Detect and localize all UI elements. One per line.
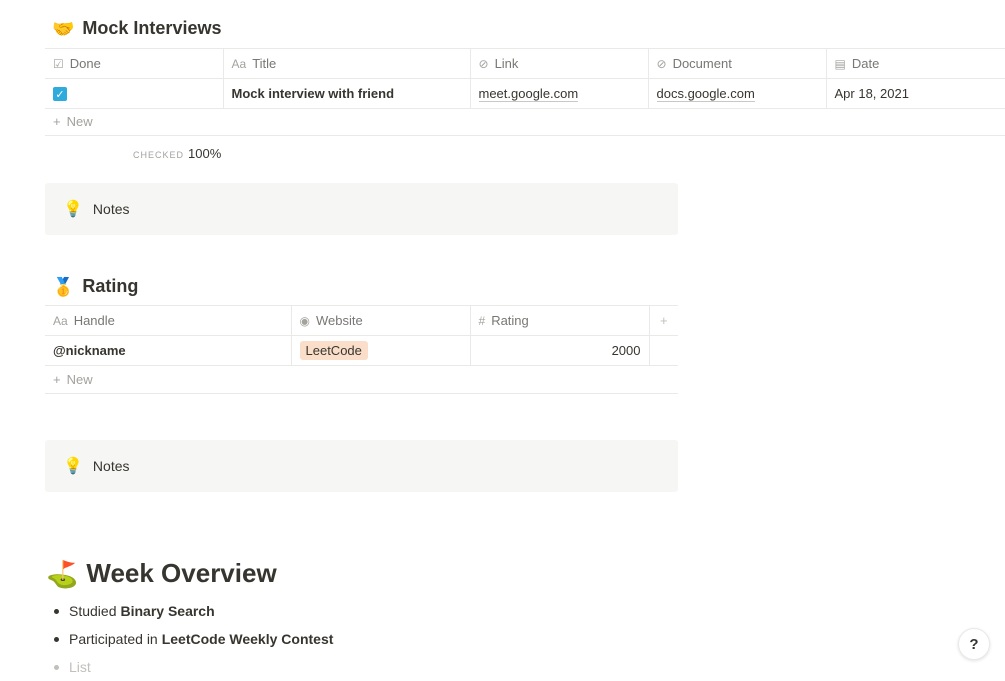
column-header-website[interactable]: ◉ Website: [290, 305, 470, 336]
website-tag: LeetCode: [299, 341, 368, 360]
rating-table: Aa Handle ◉ Website # Rating + @nickname Le…: [45, 305, 678, 366]
add-column-button[interactable]: +: [648, 305, 678, 336]
mock-add-new-row[interactable]: + New: [45, 108, 1005, 136]
week-overview-title: Week Overview: [86, 558, 277, 588]
column-header-document[interactable]: ⊘ Document: [647, 48, 826, 79]
checked-calculation[interactable]: CHECKED 100%: [133, 146, 221, 161]
bullet-icon: [54, 664, 59, 670]
rating-title: Rating: [82, 276, 139, 296]
bullet-icon: [54, 636, 59, 642]
golf-flag-icon: ⛳: [46, 558, 79, 589]
column-header-title[interactable]: Aa Title: [222, 48, 470, 79]
number-icon: #: [478, 314, 486, 328]
table-header-row: ☑ Done Aa Title ⊘ Link ⊘ Document ▤ Date: [45, 48, 1005, 79]
handshake-icon: 🤝: [52, 18, 75, 39]
table-row: ✓ Mock interview with friend meet.google…: [45, 78, 1005, 109]
week-overview-list: Studied Binary Search Participated in Le…: [52, 597, 652, 681]
checked-checkbox[interactable]: ✓: [53, 87, 67, 102]
rating-heading: 🥇 Rating: [52, 276, 138, 297]
table-header-row: Aa Handle ◉ Website # Rating +: [45, 305, 678, 336]
title-cell[interactable]: Mock interview with friend: [222, 78, 470, 109]
list-item[interactable]: Studied Binary Search: [52, 597, 652, 625]
plus-icon: +: [53, 372, 61, 387]
list-item[interactable]: Participated in LeetCode Weekly Contest: [52, 625, 652, 653]
callout-text: Notes: [92, 458, 130, 474]
handle-cell[interactable]: @nickname: [45, 335, 291, 366]
help-button[interactable]: ?: [958, 628, 990, 660]
plus-icon: +: [53, 114, 61, 129]
list-item-placeholder[interactable]: List: [52, 653, 652, 681]
table-row: @nickname LeetCode 2000: [45, 335, 678, 366]
mock-interviews-table: ☑ Done Aa Title ⊘ Link ⊘ Document ▤ Date ✓ Mo…: [45, 48, 1005, 109]
checkbox-icon: ☑: [53, 57, 64, 71]
date-cell[interactable]: Apr 18, 2021: [825, 78, 1005, 109]
callout-text: Notes: [92, 201, 130, 217]
week-overview-heading: ⛳ Week Overview: [46, 558, 277, 589]
text-icon: Aa: [53, 314, 68, 328]
select-icon: ◉: [299, 314, 310, 328]
column-header-done[interactable]: ☑ Done: [45, 48, 223, 79]
link-cell[interactable]: meet.google.com: [469, 78, 648, 109]
column-header-link[interactable]: ⊘ Link: [469, 48, 648, 79]
text-icon: Aa: [231, 57, 247, 71]
notes-callout[interactable]: 💡 Notes: [45, 183, 678, 235]
empty-cell: [648, 335, 678, 366]
calendar-icon: ▤: [834, 57, 846, 71]
website-cell[interactable]: LeetCode: [290, 335, 470, 366]
rating-cell[interactable]: 2000: [469, 335, 649, 366]
link-icon: ⊘: [478, 57, 489, 71]
column-header-rating[interactable]: # Rating: [469, 305, 649, 336]
mock-interviews-title: Mock Interviews: [82, 18, 222, 38]
done-cell[interactable]: ✓: [45, 78, 223, 109]
mock-interviews-heading: 🤝 Mock Interviews: [52, 18, 221, 39]
notes-callout[interactable]: 💡 Notes: [45, 440, 678, 492]
rating-add-new-row[interactable]: + New: [45, 366, 678, 394]
column-header-handle[interactable]: Aa Handle: [45, 305, 291, 336]
lightbulb-icon: 💡: [63, 201, 83, 218]
document-cell[interactable]: docs.google.com: [647, 78, 826, 109]
link-icon: ⊘: [656, 57, 667, 71]
bullet-icon: [54, 608, 59, 614]
medal-icon: 🥇: [52, 276, 75, 297]
column-header-date[interactable]: ▤ Date: [825, 48, 1005, 79]
lightbulb-icon: 💡: [63, 458, 83, 475]
